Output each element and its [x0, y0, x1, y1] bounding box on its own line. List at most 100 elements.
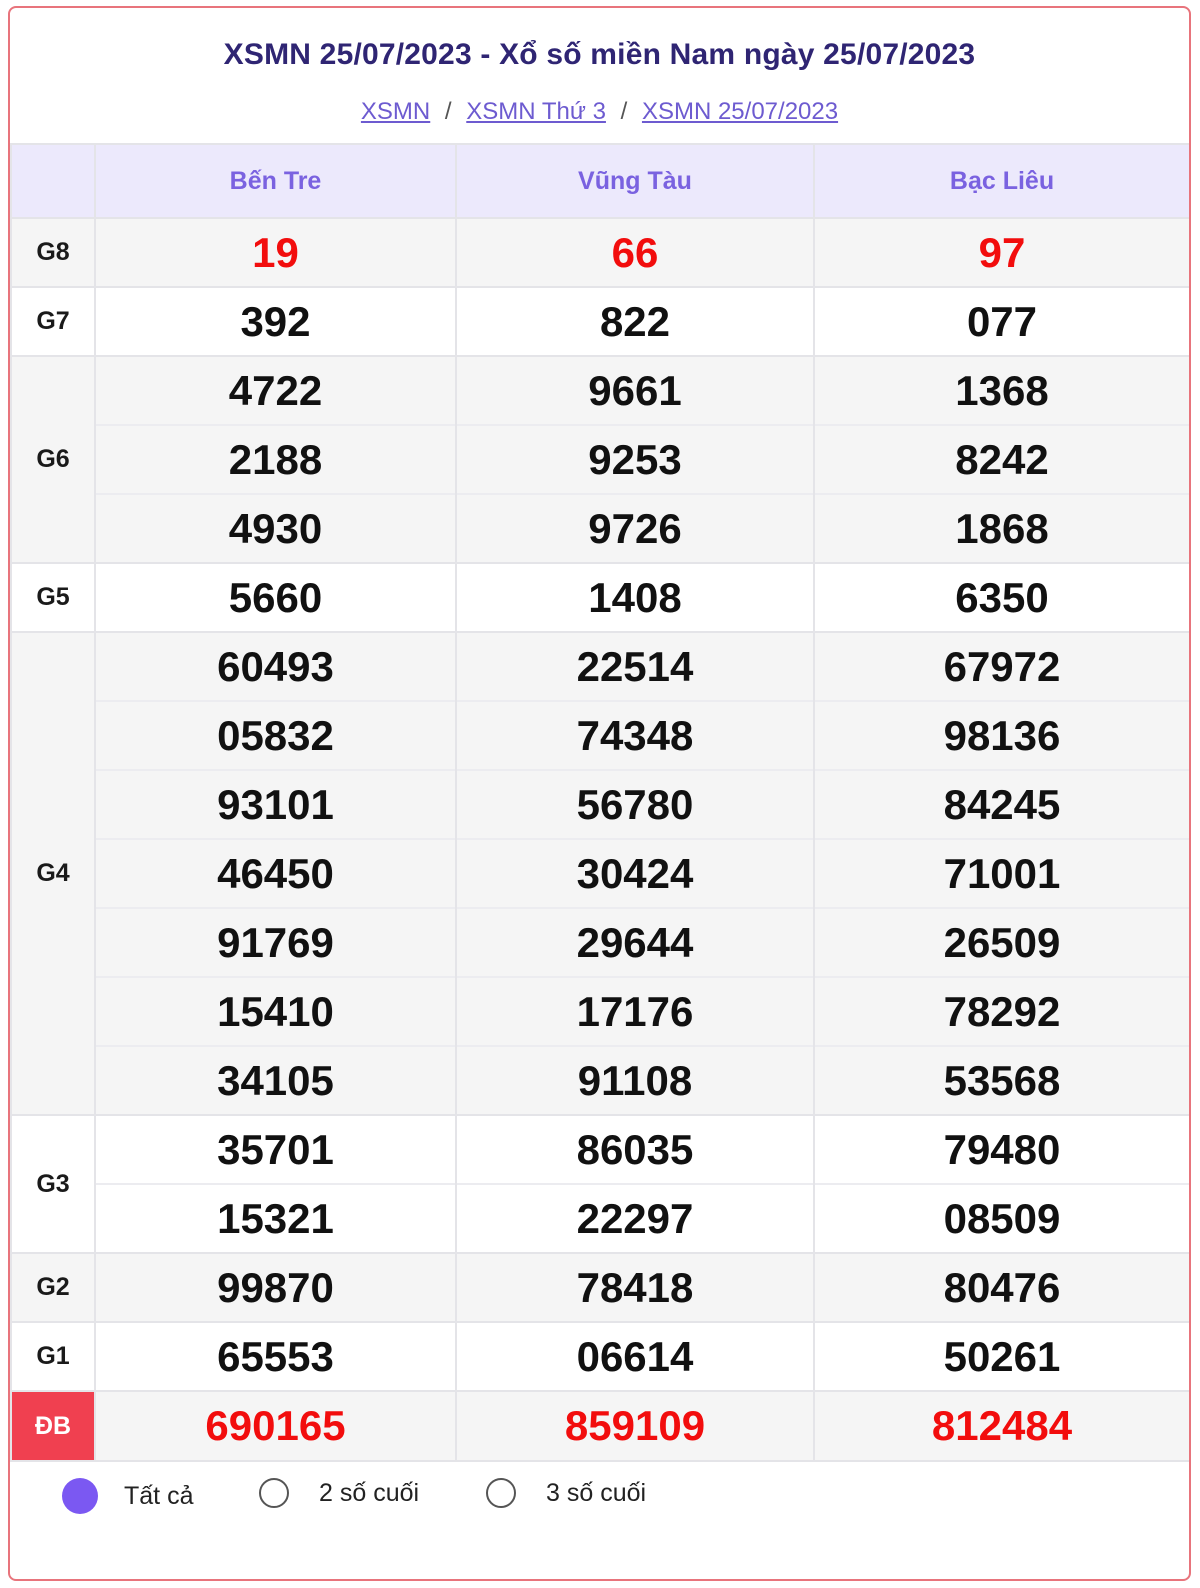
prize-label: G1: [10, 1321, 96, 1392]
prize-number: 53568: [815, 1045, 1189, 1114]
prize-number: 71001: [815, 838, 1189, 907]
prize-number: 93101: [96, 769, 455, 838]
prize-row: ĐB 690165 859109 812484: [10, 1390, 1189, 1462]
prize-number: 84245: [815, 769, 1189, 838]
province-header[interactable]: Vũng Tàu: [455, 143, 815, 219]
prize-number: 15410: [96, 976, 455, 1045]
prize-cell: 50261: [813, 1321, 1189, 1392]
prize-number: 98136: [815, 700, 1189, 769]
breadcrumb-xsmn-thu-3[interactable]: XSMN Thứ 3: [466, 98, 606, 125]
radio-icon[interactable]: [486, 1478, 516, 1508]
prize-cell: 22514 74348 56780 30424 29644 17176 91108: [455, 631, 815, 1116]
prize-cell: 86035 22297: [455, 1114, 815, 1254]
prize-number: 97: [978, 228, 1026, 276]
radio-selected-icon[interactable]: [62, 1478, 98, 1514]
filter-label: Tất cả: [124, 1481, 194, 1510]
prize-cell: 4722 2188 4930: [94, 355, 457, 564]
breadcrumb: XSMN / XSMN Thứ 3 / XSMN 25/07/2023: [10, 98, 1189, 126]
prize-number: 4722: [228, 366, 323, 414]
prize-row: G2 99870 78418 80476: [10, 1252, 1189, 1323]
prize-row: G5 5660 1408 6350: [10, 562, 1189, 633]
prize-number: 22297: [457, 1183, 813, 1252]
prize-number: 9726: [457, 493, 813, 562]
prize-cell: 6350: [813, 562, 1189, 633]
prize-cell: 35701 15321: [94, 1114, 457, 1254]
prize-cell: 60493 05832 93101 46450 91769 15410 34105: [94, 631, 457, 1116]
prize-number: 56780: [457, 769, 813, 838]
breadcrumb-separator: /: [444, 98, 452, 125]
prize-number: 74348: [457, 700, 813, 769]
prize-cell: 392: [94, 286, 457, 357]
radio-icon[interactable]: [259, 1478, 289, 1508]
prize-label: ĐB: [10, 1390, 96, 1462]
prize-number: 79480: [943, 1125, 1061, 1173]
prize-number: 99870: [217, 1263, 334, 1311]
prize-cell: 859109: [455, 1390, 815, 1462]
prize-number: 78292: [815, 976, 1189, 1045]
prize-label: G5: [10, 562, 96, 633]
prize-cell: 66: [455, 217, 815, 288]
prize-number: 26509: [815, 907, 1189, 976]
prize-row: G7 392 822 077: [10, 286, 1189, 357]
prize-number: 06614: [576, 1332, 694, 1380]
prize-row: G6 4722 2188 4930 9661 9253 9726 1368 8242 1868: [10, 355, 1189, 564]
breadcrumb-separator: /: [620, 98, 628, 125]
prize-number: 91108: [457, 1045, 813, 1114]
prize-number: 34105: [96, 1045, 455, 1114]
prize-number: 35701: [217, 1125, 334, 1173]
prize-cell: 822: [455, 286, 815, 357]
prize-number: 08509: [815, 1183, 1189, 1252]
prize-number: 690165: [205, 1402, 346, 1449]
prize-row: G3 35701 15321 86035 22297 79480 08509: [10, 1114, 1189, 1254]
prize-cell: 077: [813, 286, 1189, 357]
prize-cell: 80476: [813, 1252, 1189, 1323]
prize-row: G1 65553 06614 50261: [10, 1321, 1189, 1392]
prize-cell: 5660: [94, 562, 457, 633]
results-card: XSMN 25/07/2023 - Xổ số miền Nam ngày 25…: [8, 6, 1191, 1581]
prize-number: 05832: [96, 700, 455, 769]
prize-number: 1868: [815, 493, 1189, 562]
prize-number: 812484: [931, 1402, 1073, 1449]
prize-cell: 67972 98136 84245 71001 26509 78292 53568: [813, 631, 1189, 1116]
prize-number: 67972: [943, 642, 1061, 690]
page-title: XSMN 25/07/2023 - Xổ số miền Nam ngày 25…: [223, 38, 976, 71]
table-header-row: Bến Tre Vũng Tàu Bạc Liêu: [10, 143, 1189, 219]
prize-number: 392: [240, 297, 311, 345]
prize-cell: 1368 8242 1868: [813, 355, 1189, 564]
prize-number: 66: [611, 228, 659, 276]
breadcrumb-xsmn[interactable]: XSMN: [361, 98, 430, 125]
prize-label: G2: [10, 1252, 96, 1323]
filter-2-digits-option[interactable]: 2 số cuối: [259, 1478, 419, 1508]
prize-number: 60493: [217, 642, 334, 690]
prize-number: 822: [599, 297, 671, 345]
prize-number: 15321: [96, 1183, 455, 1252]
province-header[interactable]: Bến Tre: [94, 143, 457, 219]
prize-number: 077: [966, 297, 1038, 345]
prize-number: 19: [252, 228, 299, 276]
prize-number: 50261: [943, 1332, 1061, 1380]
results-table: Bến Tre Vũng Tàu Bạc Liêu G8 19 66 97 G7 392 8…: [10, 143, 1189, 1462]
prize-cell: 19: [94, 217, 457, 288]
prize-cell: 78418: [455, 1252, 815, 1323]
prize-label: G4: [10, 631, 96, 1116]
prize-number: 6350: [955, 573, 1049, 621]
prize-number: 78418: [576, 1263, 694, 1311]
prize-number: 30424: [457, 838, 813, 907]
prize-cell: 1408: [455, 562, 815, 633]
prize-cell: 97: [813, 217, 1189, 288]
prize-number: 80476: [943, 1263, 1061, 1311]
province-header[interactable]: Bạc Liêu: [813, 143, 1189, 219]
breadcrumb-xsmn-date[interactable]: XSMN 25/07/2023: [642, 98, 838, 125]
filter-3-digits-option[interactable]: 3 số cuối: [486, 1478, 646, 1508]
prize-label: G6: [10, 355, 96, 564]
filter-all-option[interactable]: Tất cả: [62, 1478, 193, 1514]
prize-label: G3: [10, 1114, 96, 1254]
prize-number: 9253: [457, 424, 813, 493]
prize-number: 29644: [457, 907, 813, 976]
prize-number: 8242: [815, 424, 1189, 493]
prize-number: 86035: [576, 1125, 694, 1173]
prize-number: 65553: [217, 1332, 334, 1380]
prize-cell: 65553: [94, 1321, 457, 1392]
prize-number: 1368: [955, 366, 1049, 414]
prize-cell: 9661 9253 9726: [455, 355, 815, 564]
